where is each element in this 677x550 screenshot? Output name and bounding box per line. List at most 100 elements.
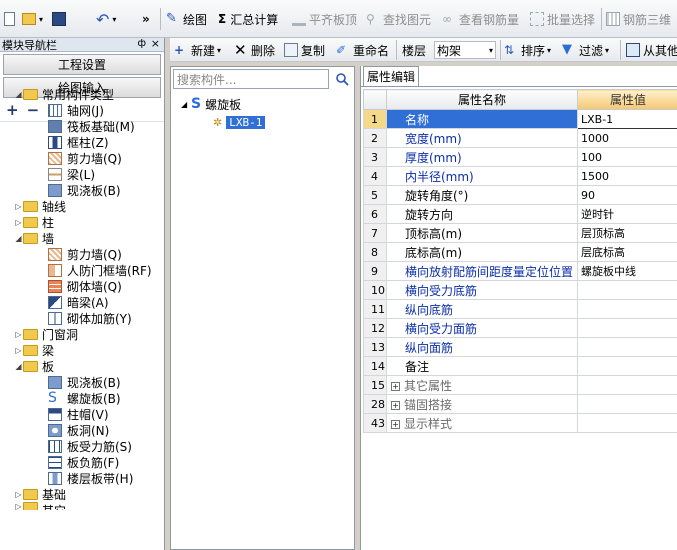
table-row[interactable]: 4 内半径(mm) 1500 (363, 166, 677, 186)
find-element-button[interactable]: ⚲ 查找图元 (366, 10, 431, 28)
view-rebar-button[interactable]: ∞ 查看钢筋量 (442, 10, 519, 28)
group-row-other-props[interactable]: + 其它属性 (386, 375, 578, 395)
undo-icon[interactable]: ↶ ▾ (96, 10, 116, 29)
tree-node-door-window[interactable]: ▷ 门窗洞 (0, 326, 164, 342)
tree-item-hidden-beam[interactable]: 暗梁(A) (0, 294, 164, 310)
property-value-cell[interactable] (577, 356, 677, 376)
table-row[interactable]: 2 宽度(mm) 1000 (363, 128, 677, 148)
table-row[interactable]: 8 底标高(m) 层底标高 (363, 242, 677, 262)
component-group-spiral-slab[interactable]: ◢ S 螺旋板 (171, 95, 354, 113)
tree-node-axis[interactable]: ▷ 轴线 (0, 198, 164, 214)
tree-item-beam[interactable]: 梁(L) (0, 166, 164, 182)
delete-button[interactable]: ✕ 删除 (234, 41, 275, 59)
table-row[interactable]: 43 + 显示样式 (363, 413, 677, 433)
collapse-arrow-icon[interactable]: ◢ (181, 100, 191, 109)
tree-node-foundation[interactable]: ▷ 基础 (0, 486, 164, 502)
tree-item-grid[interactable]: 轴网(J) (0, 102, 164, 118)
property-value-cell[interactable]: 90 (577, 185, 677, 205)
rebar-3d-button[interactable]: 钢筋三维 (606, 10, 671, 28)
tree-item-shear-wall-2[interactable]: 剪力墙(Q) (0, 246, 164, 262)
expand-plus-icon[interactable]: + (391, 400, 400, 410)
tree-node-column[interactable]: ▷ 柱 (0, 214, 164, 230)
tree-item-masonry-rebar[interactable]: 砌体加筋(Y) (0, 310, 164, 326)
property-value-cell[interactable] (577, 299, 677, 319)
table-row[interactable]: 7 顶标高(m) 层顶标高 (363, 223, 677, 243)
expand-arrow-icon[interactable]: ▷ (14, 490, 23, 499)
tree-item-frame-column[interactable]: 框柱(Z) (0, 134, 164, 150)
property-value-cell[interactable]: 1000 (577, 128, 677, 148)
property-value-cell[interactable] (577, 280, 677, 300)
tree-node-beam[interactable]: ▷ 梁 (0, 342, 164, 358)
table-row[interactable]: 6 旋转方向 逆时针 (363, 204, 677, 224)
tree-node-common[interactable]: ◢ 常用构件类型 (0, 86, 164, 102)
tree-item-shear-wall[interactable]: 剪力墙(Q) (0, 150, 164, 166)
tree-item-spiral-slab[interactable]: S 螺旋板(B) (0, 390, 164, 406)
property-value-cell[interactable]: 层顶标高 (577, 223, 677, 243)
tree-item-civil-defense-door[interactable]: 人防门框墙(RF) (0, 262, 164, 278)
property-value-cell[interactable]: 层底标高 (577, 242, 677, 262)
tree-item-slab-hole[interactable]: 板洞(N) (0, 422, 164, 438)
group-row-display-style[interactable]: + 显示样式 (386, 413, 578, 433)
property-value-cell[interactable]: 逆时针 (577, 204, 677, 224)
sort-button[interactable]: ⇅ 排序 ▾ (504, 41, 551, 59)
table-row[interactable]: 10 横向受力底筋 (363, 280, 677, 300)
property-value-cell[interactable] (577, 337, 677, 357)
property-value-cell[interactable]: LXB-1 (577, 109, 677, 129)
tree-node-other[interactable]: ▷ 其它 (0, 502, 164, 510)
tree-item-masonry-wall[interactable]: 砌体墙(Q) (0, 278, 164, 294)
table-row[interactable]: 3 厚度(mm) 100 (363, 147, 677, 167)
tree-item-cast-slab-2[interactable]: 现浇板(B) (0, 374, 164, 390)
table-row[interactable]: 13 纵向面筋 (363, 337, 677, 357)
copy-button[interactable]: 复制 (284, 41, 325, 59)
component-item-lxb-1[interactable]: ✲ LXB-1 (171, 113, 354, 131)
table-row[interactable]: 11 纵向底筋 (363, 299, 677, 319)
tree-item-cast-slab[interactable]: 现浇板(B) (0, 182, 164, 198)
expand-arrow-icon[interactable]: ▷ (14, 202, 23, 211)
rename-button[interactable]: ✐ 重命名 (336, 41, 389, 59)
expand-arrow-icon[interactable]: ▷ (14, 346, 23, 355)
filter-button[interactable]: ▼ 过滤 ▾ (562, 41, 609, 59)
toolbar-overflow[interactable]: » (142, 10, 150, 28)
expand-plus-icon[interactable]: + (391, 381, 400, 391)
tree-item-floor-slab-band[interactable]: 楼层板带(H) (0, 470, 164, 486)
copy-from-other-floor-button[interactable]: 从其他 (626, 41, 677, 59)
tab-property-edit[interactable]: 属性编辑 (363, 66, 419, 86)
project-settings-button[interactable]: 工程设置 (3, 54, 161, 75)
tree-node-slab[interactable]: ◢ 板 (0, 358, 164, 374)
flat-slab-top-button[interactable]: 平齐板顶 (292, 10, 357, 28)
pin-icon[interactable]: ф (137, 38, 146, 49)
property-value-cell[interactable]: 1500 (577, 166, 677, 186)
search-icon[interactable] (331, 69, 353, 89)
open-folder-icon[interactable]: ▾ (22, 10, 43, 28)
draw-button[interactable]: ✎ 绘图 (166, 10, 207, 28)
tree-item-column-cap[interactable]: 柱帽(V) (0, 406, 164, 422)
expand-arrow-icon[interactable]: ▷ (14, 330, 23, 339)
collapse-arrow-icon[interactable]: ◢ (14, 362, 23, 371)
new-file-icon[interactable] (4, 10, 18, 28)
save-icon[interactable] (52, 10, 69, 28)
collapse-arrow-icon[interactable]: ◢ (14, 234, 23, 243)
tree-item-slab-main-rebar[interactable]: 板受力筋(S) (0, 438, 164, 454)
tree-node-wall[interactable]: ◢ 墙 (0, 230, 164, 246)
expand-plus-icon[interactable]: + (391, 419, 400, 429)
expand-arrow-icon[interactable]: ▷ (14, 218, 23, 227)
sum-calc-button[interactable]: Σ 汇总计算 (218, 10, 278, 28)
property-value-cell[interactable]: 螺旋板中线 (577, 261, 677, 281)
expand-arrow-icon[interactable]: ▷ (14, 502, 23, 510)
component-search-input[interactable]: 搜索构件... (173, 69, 329, 89)
group-row-anchorage[interactable]: + 锚固搭接 (386, 394, 578, 414)
property-value-cell[interactable]: 100 (577, 147, 677, 167)
floor-select[interactable]: 构架 ▾ (434, 41, 496, 59)
table-row[interactable]: 9 横向放射配筋间距度量定位位置 螺旋板中线 (363, 261, 677, 281)
table-row[interactable]: 14 备注 (363, 356, 677, 376)
collapse-arrow-icon[interactable]: ◢ (14, 90, 23, 99)
table-row[interactable]: 1 名称 LXB-1 (363, 109, 677, 129)
property-value-cell[interactable] (577, 318, 677, 338)
batch-select-button[interactable]: 批量选择 (530, 10, 595, 28)
table-row[interactable]: 28 + 锚固搭接 (363, 394, 677, 414)
close-icon[interactable]: × (151, 37, 160, 50)
table-row[interactable]: 5 旋转角度(°) 90 (363, 185, 677, 205)
tree-item-raft[interactable]: 筏板基础(M) (0, 118, 164, 134)
table-row[interactable]: 12 横向受力面筋 (363, 318, 677, 338)
new-component-button[interactable]: + 新建 ▾ (174, 41, 221, 59)
